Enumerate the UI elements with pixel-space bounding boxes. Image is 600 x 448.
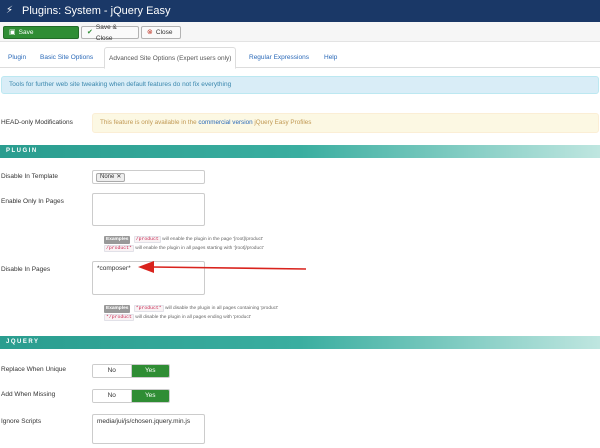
title-bar: ⚡ Plugins: System - jQuery Easy (0, 0, 600, 22)
ignore-scripts-label: Ignore Scripts (1, 418, 42, 425)
disable-in-pages-label: Disable In Pages (1, 266, 51, 273)
example-text: will disable the plugin in all pages con… (165, 306, 279, 311)
save-close-button-label: Save & Close (95, 23, 117, 42)
save-button[interactable]: ▣ Save (3, 26, 79, 39)
head-only-label: HEAD-only Modifications (1, 119, 73, 126)
add-when-missing-no[interactable]: No (93, 390, 132, 402)
enable-only-in-pages-label: Enable Only In Pages (1, 198, 64, 205)
enable-example-2: /product* will enable the plugin in all … (104, 245, 264, 253)
tab-regular-expressions[interactable]: Regular Expressions (245, 47, 313, 68)
save-close-button[interactable]: ✔ Save & Close (81, 24, 139, 42)
chip-label: None (100, 174, 115, 180)
close-circle-icon: ⊗ (147, 29, 153, 36)
add-when-missing-label: Add When Missing (1, 391, 56, 398)
disable-example-2: */product will disable the plugin in all… (104, 314, 251, 322)
section-jquery: JQUERY (0, 336, 600, 349)
plug-icon: ⚡ (6, 5, 14, 16)
tab-help[interactable]: Help (320, 47, 341, 68)
examples-badge: Examples (104, 305, 131, 313)
toolbar: ▣ Save ✔ Save & Close ⊗ Close (0, 22, 600, 42)
notice-suffix: jQuery Easy Profiles (254, 119, 312, 126)
commercial-version-link[interactable]: commercial version (198, 119, 252, 126)
replace-when-unique-no[interactable]: No (93, 365, 132, 377)
example-code: */product (104, 314, 134, 321)
example-text: will enable the plugin in the page '[roo… (162, 237, 264, 242)
add-when-missing-yes[interactable]: Yes (131, 390, 169, 402)
save-button-label: Save (18, 29, 34, 36)
disable-in-template-label: Disable In Template (1, 173, 58, 180)
red-arrow-annotation (138, 261, 307, 273)
chip-remove-icon[interactable]: ✕ (116, 174, 121, 181)
notice-prefix: This feature is only available in the (100, 119, 197, 126)
examples-badge: Examples (104, 236, 131, 244)
close-button-label: Close (155, 29, 173, 36)
tag-chip: None ✕ (96, 173, 126, 182)
tab-advanced-site-options[interactable]: Advanced Site Options (Expert users only… (104, 47, 237, 69)
tab-plugin[interactable]: Plugin (4, 47, 30, 68)
save-icon: ▣ (9, 29, 16, 36)
disable-in-template-select[interactable]: None ✕ (92, 170, 205, 184)
replace-when-unique-label: Replace When Unique (1, 366, 67, 373)
replace-when-unique-yes[interactable]: Yes (131, 365, 169, 377)
enable-only-in-pages-textarea[interactable] (92, 193, 205, 226)
disable-example-1: Examples *product* will disable the plug… (104, 305, 278, 313)
ignore-scripts-textarea[interactable]: media/jui/js/chosen.jquery.min.js (92, 414, 205, 444)
enable-example-1: Examples /product will enable the plugin… (104, 236, 263, 244)
replace-when-unique-toggle: No Yes (92, 364, 170, 378)
add-when-missing-toggle: No Yes (92, 389, 170, 403)
example-code: *product* (133, 305, 164, 312)
close-button[interactable]: ⊗ Close (141, 26, 181, 39)
page-title: Plugins: System - jQuery Easy (22, 5, 171, 17)
tab-basic-site-options[interactable]: Basic Site Options (36, 47, 97, 68)
example-code: /product* (104, 245, 134, 252)
example-text: will enable the plugin in all pages star… (135, 246, 264, 251)
check-icon: ✔ (87, 29, 93, 36)
example-code: /product (133, 236, 161, 243)
head-only-notice: This feature is only available in the co… (92, 113, 599, 133)
info-alert: Tools for further web site tweaking when… (1, 76, 599, 94)
section-plugin: PLUGIN (0, 145, 600, 158)
tab-bar: Plugin Basic Site Options Advanced Site … (0, 47, 600, 69)
example-text: will disable the plugin in all pages end… (135, 315, 251, 320)
